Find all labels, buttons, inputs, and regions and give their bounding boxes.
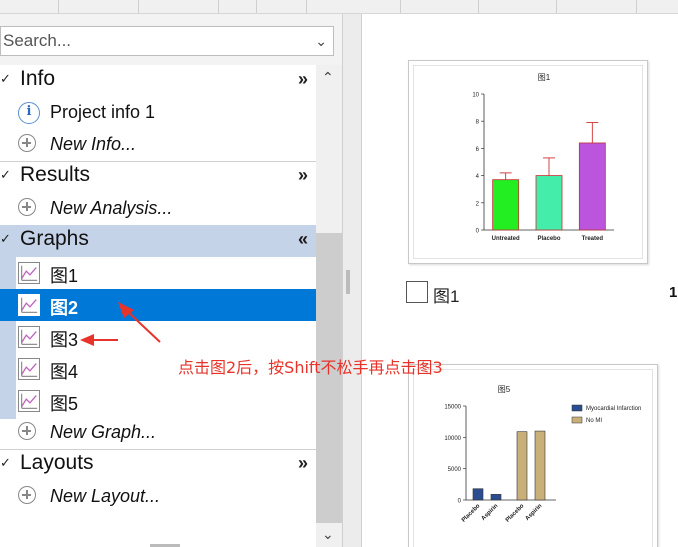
y-tick-label: 0 — [476, 229, 480, 235]
search-box[interactable]: ⌄ — [0, 26, 334, 56]
add-icon — [18, 486, 36, 504]
group-graphs-label: Graphs — [20, 227, 89, 250]
add-icon — [18, 422, 36, 440]
legend-swatch — [571, 404, 583, 412]
tree-item-new-graph[interactable]: New Graph... — [0, 417, 316, 449]
search-input[interactable] — [1, 27, 301, 55]
x-tick-label: Treated — [582, 236, 604, 242]
expand-icon[interactable]: » — [298, 69, 308, 90]
group-info[interactable]: ✓ Info » — [0, 65, 316, 97]
tree-item-label: New Info... — [50, 134, 137, 154]
tree-item-new-layout[interactable]: New Layout... — [0, 481, 316, 513]
tree-item-label: 图1 — [50, 266, 79, 286]
graph-icon — [18, 262, 40, 284]
group-layouts-label: Layouts — [20, 451, 94, 474]
y-tick-label: 5000 — [448, 467, 462, 473]
tree-item-label: New Analysis... — [50, 198, 173, 218]
bar — [492, 179, 520, 231]
bar — [472, 488, 484, 501]
collapse-icon[interactable]: « — [298, 229, 308, 250]
bar — [535, 175, 563, 231]
chevron-down-icon[interactable]: ✓ — [0, 455, 11, 471]
chevron-down-icon[interactable]: ⌄ — [322, 526, 334, 543]
tree-item-label: 图3 — [50, 330, 79, 350]
scrollbar-thumb[interactable] — [316, 233, 342, 523]
graph-icon — [18, 390, 40, 412]
legend-swatch — [571, 416, 583, 424]
graph-icon — [18, 358, 40, 380]
tree-item-graph-3[interactable]: 图3 — [0, 321, 316, 353]
legend-label: No MI — [586, 418, 602, 424]
graph-thumbnail-1[interactable]: 图1 0 2 4 6 8 10 Untreated Placebo Treated — [408, 60, 648, 264]
graph-icon — [18, 294, 40, 316]
group-layouts[interactable]: ✓ Layouts » — [0, 449, 316, 481]
tree-item-label: New Graph... — [50, 422, 157, 442]
graph-icon — [18, 326, 40, 348]
graph-gallery: 图1 0 2 4 6 8 10 Untreated Placebo Treated 图1 1 图5… — [362, 14, 678, 547]
bar — [516, 431, 528, 501]
x-tick-label: Aspirin — [481, 503, 500, 522]
y-tick-label: 6 — [476, 147, 480, 153]
legend-label: Myocardial Infarction — [586, 406, 641, 412]
chart-title: 图5 — [498, 385, 511, 394]
thumbnail-caption: 图1 — [433, 287, 460, 306]
tree-item-label: 图2 — [50, 298, 79, 318]
y-tick-label: 4 — [476, 174, 480, 180]
panel-splitter[interactable] — [342, 14, 362, 547]
bar-chart-5: 图5050001000015000Placebo Aspirin Placebo As… — [444, 385, 641, 524]
add-icon — [18, 198, 36, 216]
tree-item-graph-2[interactable]: 图2 — [0, 289, 316, 321]
annotation-text: 点击图2后，按Shift不松手再点击图3 — [178, 358, 443, 377]
chevron-down-icon[interactable]: ⌄ — [315, 33, 327, 50]
y-tick-label: 10 — [472, 93, 479, 99]
tree-item-graph-5[interactable]: 图5 — [0, 385, 316, 417]
group-results[interactable]: ✓ Results » — [0, 161, 316, 193]
tree-item-graph-1[interactable]: 图1 — [0, 257, 316, 289]
x-tick-label: Placebo — [505, 503, 526, 524]
group-graphs[interactable]: ✓ Graphs « — [0, 225, 316, 257]
chevron-down-icon[interactable]: ✓ — [0, 71, 11, 87]
x-tick-label: Untreated — [492, 236, 520, 242]
y-tick-label: 2 — [476, 201, 480, 207]
chevron-down-icon[interactable]: ✓ — [0, 231, 11, 247]
tree-item-label: 图4 — [50, 362, 79, 382]
group-info-label: Info — [20, 67, 56, 90]
y-tick-label: 8 — [476, 120, 480, 126]
chevron-up-icon[interactable]: ⌃ — [322, 69, 334, 86]
y-tick-label: 0 — [458, 499, 462, 505]
navigator-scrollbar[interactable]: ⌃ ⌄ — [316, 65, 342, 547]
chevron-down-icon[interactable]: ✓ — [0, 167, 11, 183]
add-icon — [18, 134, 36, 152]
bar — [490, 494, 502, 501]
group-results-label: Results — [20, 163, 91, 186]
bar — [534, 430, 546, 501]
y-tick-label: 15000 — [444, 405, 461, 411]
x-tick-label: Aspirin — [525, 503, 544, 522]
splitter-grip[interactable] — [346, 270, 350, 294]
bar — [578, 142, 606, 231]
thumbnail-number: 1 — [669, 284, 678, 301]
expand-icon[interactable]: » — [298, 165, 308, 186]
tree-item-new-analysis[interactable]: New Analysis... — [0, 193, 316, 225]
expand-icon[interactable]: » — [298, 453, 308, 474]
y-tick-label: 10000 — [444, 436, 461, 442]
tree-item-new-info[interactable]: New Info... — [0, 129, 316, 161]
chart-title: 图1 — [538, 73, 551, 82]
info-icon: i — [18, 102, 40, 124]
tree-item-project-info[interactable]: i Project info 1 — [0, 97, 316, 129]
navigator-panel: ⌄ ✓ Info » i Project info 1 New Info... … — [0, 14, 342, 547]
thumbnail-checkbox[interactable] — [406, 281, 428, 303]
x-tick-label: Placebo — [537, 236, 560, 242]
x-tick-label: Placebo — [461, 503, 482, 524]
navigator-tree: ✓ Info » i Project info 1 New Info... ✓ … — [0, 65, 316, 547]
top-toolbar-strip — [0, 0, 678, 14]
tree-item-label: Project info 1 — [50, 102, 156, 122]
tree-item-label: New Layout... — [50, 486, 161, 506]
bar-chart-1: 图1 0 2 4 6 8 10 Untreated Placebo Treated — [472, 73, 614, 242]
graph-thumbnail-5[interactable]: 图5 0 5000 10000 15000 Placebo Aspirin Placebo As… — [408, 364, 658, 547]
tree-item-label: 图5 — [50, 394, 79, 414]
